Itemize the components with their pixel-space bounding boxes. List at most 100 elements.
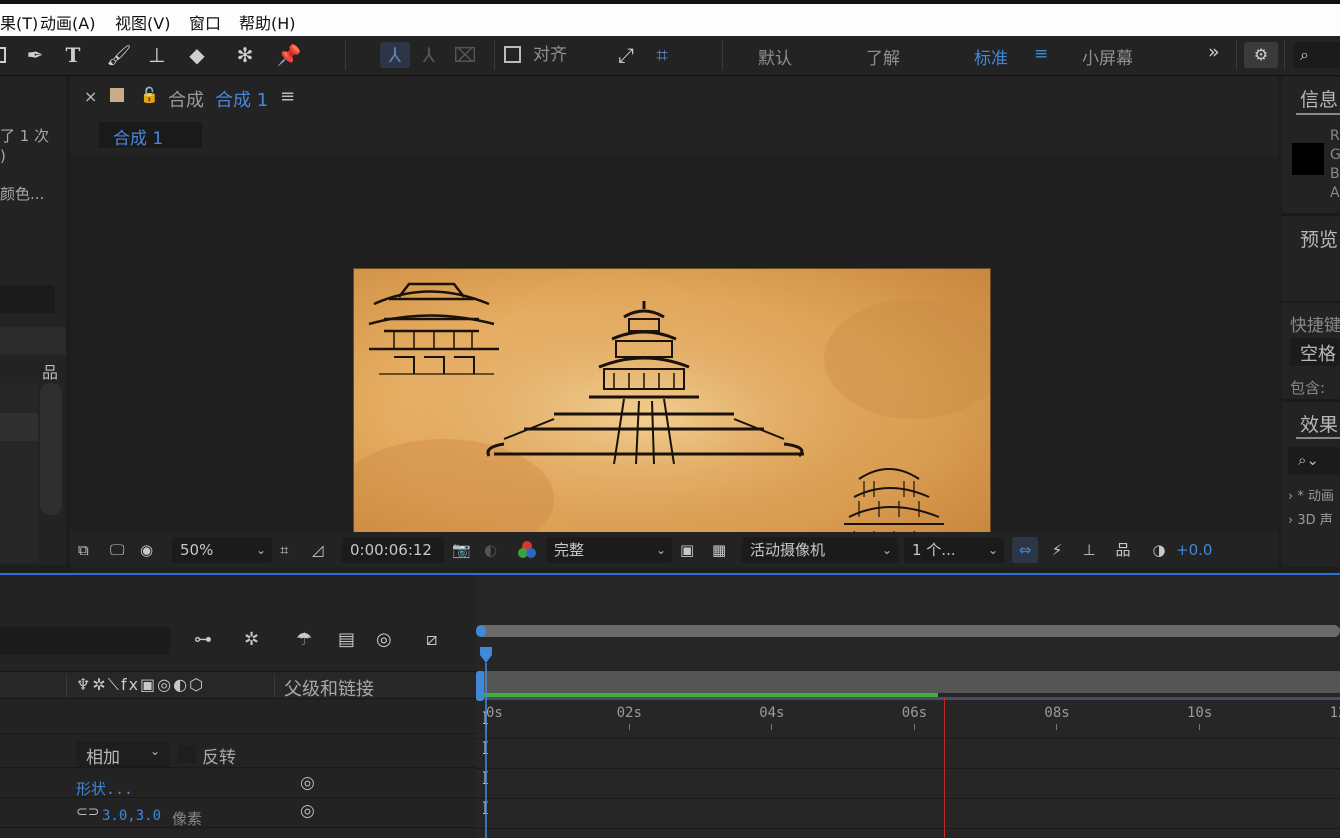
menu-view[interactable]: 视图(V) bbox=[115, 10, 170, 34]
stopwatch-icon[interactable]: ◎ bbox=[300, 773, 315, 793]
lock-icon[interactable]: 🔓 bbox=[140, 86, 159, 104]
project-panel: 了 1 次 ) 颜色... 品 bbox=[0, 77, 66, 565]
zoom-dropdown[interactable]: 50% ⌄ bbox=[172, 537, 272, 563]
shape-link[interactable]: 形状... bbox=[76, 778, 133, 799]
shy-layers-icon[interactable]: ☂ bbox=[296, 629, 312, 650]
views-value: 1 个... bbox=[912, 541, 956, 559]
menu-help[interactable]: 帮助(H) bbox=[239, 10, 296, 34]
effects-panel-title[interactable]: 效果 bbox=[1300, 410, 1338, 437]
left-panel-color-link[interactable]: 颜色... bbox=[0, 183, 44, 204]
time-ruler[interactable]: 0s 02s 04s 06s 08s 10s 12 bbox=[476, 639, 1340, 730]
rgba-readout: R G B A bbox=[1330, 128, 1340, 201]
clone-stamp-tool-icon[interactable]: ⊥ bbox=[142, 42, 172, 68]
resolution-dropdown[interactable]: 完整 ⌄ bbox=[546, 537, 672, 563]
snap-target-icon[interactable]: ⌗ bbox=[648, 42, 676, 68]
frame-blending-icon[interactable]: ▤ bbox=[338, 629, 355, 650]
menu-animation[interactable]: 动画(A) bbox=[40, 10, 95, 34]
stopwatch-icon[interactable]: ◎ bbox=[300, 801, 315, 821]
snapshot-camera-icon[interactable]: 📷 bbox=[452, 537, 474, 563]
constrain-proportions-icon[interactable]: ⊂⊃ bbox=[76, 804, 99, 820]
toggle-view-options-icon[interactable]: ⇔ bbox=[1012, 537, 1038, 563]
brush-tool-icon[interactable]: 🖌 bbox=[104, 42, 134, 68]
transparency-grid-icon[interactable]: ◿ bbox=[312, 537, 334, 563]
track-row[interactable]: I bbox=[476, 739, 1340, 769]
snap-icon[interactable]: ⤢ bbox=[612, 42, 640, 68]
reset-exposure-icon[interactable]: ◑ bbox=[1146, 537, 1172, 563]
blend-mode-dropdown[interactable]: 相加 ⌄ bbox=[76, 741, 170, 768]
draft-3d-icon[interactable]: ✲ bbox=[244, 629, 259, 650]
panel-menu-icon[interactable]: ≡ bbox=[280, 86, 295, 107]
playhead-line[interactable] bbox=[944, 697, 946, 838]
color-channels-icon[interactable] bbox=[516, 537, 538, 563]
workspace-menu-icon[interactable]: ≡ bbox=[1034, 44, 1048, 64]
switches-icons[interactable]: ♆✲⟍fx▣◎◐⬡ bbox=[76, 675, 205, 695]
region-of-interest-icon[interactable]: ⌗ bbox=[280, 537, 302, 563]
workspace-default[interactable]: 默认 bbox=[758, 44, 792, 69]
menu-window[interactable]: 窗口 bbox=[189, 10, 221, 34]
view-axis-icon[interactable]: ⌧ bbox=[450, 42, 480, 68]
timeline-track-area[interactable]: 0s 02s 04s 06s 08s 10s 12 I I I I bbox=[476, 575, 1340, 838]
timeline-search-input[interactable] bbox=[0, 627, 170, 655]
invert-checkbox[interactable] bbox=[178, 745, 196, 763]
always-preview-icon[interactable]: ⧉ bbox=[78, 537, 100, 563]
time-navigator-bar[interactable] bbox=[478, 625, 1340, 637]
eraser-tool-icon[interactable]: ◆ bbox=[182, 42, 212, 68]
track-row[interactable]: I bbox=[476, 709, 1340, 739]
motion-blur-icon[interactable]: ◎ bbox=[376, 629, 392, 650]
fast-draft-icon[interactable]: ⚡ bbox=[1044, 537, 1070, 563]
workspace-small-screen[interactable]: 小屏幕 bbox=[1082, 44, 1133, 69]
workspace-standard[interactable]: 标准 bbox=[974, 44, 1008, 69]
align-checkbox[interactable] bbox=[504, 42, 524, 68]
local-axis-icon[interactable]: ⅄ bbox=[380, 42, 410, 68]
stroke-value[interactable]: 3.0,3.0 bbox=[102, 808, 161, 824]
views-dropdown[interactable]: 1 个... ⌄ bbox=[904, 537, 1004, 563]
align-label: 对齐 bbox=[533, 45, 567, 65]
preview-panel-title[interactable]: 预览 bbox=[1300, 225, 1338, 252]
chevron-down-icon: ⌄ bbox=[255, 543, 266, 557]
show-snapshot-icon[interactable]: ◐ bbox=[484, 537, 506, 563]
checkerboard-icon[interactable]: ▦ bbox=[712, 537, 734, 563]
flowchart-icon[interactable]: 品 bbox=[1110, 537, 1136, 563]
workspace-learn[interactable]: 了解 bbox=[866, 44, 900, 69]
workspace-settings-icon[interactable]: ⚙ bbox=[1244, 42, 1278, 68]
puppet-pin-tool-icon[interactable]: 📌 bbox=[274, 42, 304, 68]
timecode-display[interactable]: 0:00:06:12 bbox=[342, 537, 444, 563]
pen-tool-icon[interactable]: ✒ bbox=[20, 42, 50, 68]
chevron-down-icon: ⌄ bbox=[881, 543, 892, 557]
rectangle-tool-icon[interactable] bbox=[0, 42, 8, 68]
mask-visibility-icon[interactable]: ◉ bbox=[140, 537, 166, 563]
project-search-input[interactable] bbox=[0, 285, 55, 313]
navigator-start-handle[interactable] bbox=[476, 625, 486, 637]
more-workspaces-icon[interactable]: » bbox=[1208, 41, 1220, 63]
track-row[interactable]: I bbox=[476, 769, 1340, 799]
time-indicator-handle[interactable] bbox=[480, 647, 492, 663]
list-item[interactable]: › 3D 声 bbox=[1288, 509, 1334, 533]
comp-color-swatch bbox=[110, 88, 124, 102]
search-help-icon[interactable]: ⌕ bbox=[1294, 42, 1340, 68]
roto-brush-tool-icon[interactable]: ✻ bbox=[228, 42, 262, 68]
comp-tab-name[interactable]: 合成 1 bbox=[215, 86, 268, 112]
track-row[interactable]: I bbox=[476, 799, 1340, 829]
comp-breadcrumb[interactable]: 合成 1 bbox=[99, 122, 202, 149]
shortcut-dropdown[interactable]: 空格 bbox=[1290, 338, 1340, 366]
close-tab-icon[interactable]: × bbox=[84, 87, 97, 106]
project-scrollbar[interactable] bbox=[40, 383, 62, 515]
timeline-icon[interactable]: ⊥ bbox=[1076, 537, 1102, 563]
exposure-value[interactable]: +0.0 bbox=[1176, 537, 1226, 563]
effects-search-input[interactable]: ⌕⌄ bbox=[1288, 447, 1340, 475]
text-tool-icon[interactable]: T bbox=[58, 42, 88, 68]
fast-preview-icon[interactable]: ▣ bbox=[680, 537, 702, 563]
flowchart-icon[interactable]: 品 bbox=[42, 359, 58, 383]
camera-dropdown[interactable]: 活动摄像机 ⌄ bbox=[742, 537, 898, 563]
work-area-bar[interactable] bbox=[482, 671, 1340, 693]
comp-mini-flowchart-icon[interactable]: ⊶ bbox=[194, 629, 212, 650]
left-panel-text-2: ) bbox=[0, 147, 6, 165]
list-item[interactable]: › * 动画 bbox=[1288, 485, 1334, 509]
monitor-icon[interactable]: 🖵 bbox=[110, 537, 132, 563]
list-item[interactable] bbox=[0, 413, 38, 441]
work-area-start-handle[interactable] bbox=[476, 671, 484, 701]
info-panel-title[interactable]: 信息 bbox=[1300, 85, 1338, 112]
graph-editor-icon[interactable]: ⧄ bbox=[426, 629, 437, 650]
menu-effect[interactable]: 果(T) bbox=[0, 10, 38, 34]
world-axis-icon[interactable]: ⅄ bbox=[414, 42, 444, 68]
